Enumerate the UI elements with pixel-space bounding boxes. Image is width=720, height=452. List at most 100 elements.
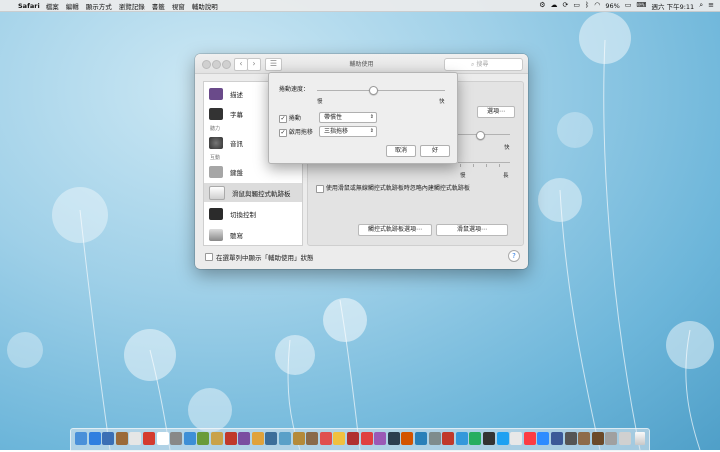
dock-app-icon[interactable] [333, 432, 346, 445]
trackpad-options-button[interactable]: 觸控式軌跡板選項⋯ [358, 224, 432, 236]
battery-icon[interactable]: ▭ [625, 0, 632, 11]
dock-app-icon[interactable] [88, 432, 101, 445]
show-status-label: 在選單列中顯示「輔助使用」狀態 [216, 254, 314, 262]
menu-edit[interactable]: 編輯 [66, 1, 79, 11]
slider-tick [499, 164, 500, 167]
spotlight-search-icon[interactable]: ⌕ [699, 0, 703, 11]
notification-center-icon[interactable]: ≡ [708, 0, 714, 11]
menu-help[interactable]: 輔助說明 [192, 1, 218, 11]
menubar-clock[interactable]: 週六 下午9:11 [652, 1, 695, 11]
airplay-icon[interactable]: ▭ [573, 0, 580, 11]
dock-app-icon[interactable] [319, 432, 332, 445]
description-icon [209, 87, 223, 100]
menu-view[interactable]: 顯示方式 [86, 1, 112, 11]
dock-app-icon[interactable] [360, 432, 373, 445]
dock-app-icon[interactable] [619, 432, 631, 445]
dock-app-icon[interactable] [279, 432, 291, 445]
title-bar: ‹ › ☰ 輔助使用 ⌕ 搜尋 [195, 54, 528, 74]
dock-app-icon[interactable] [115, 432, 128, 445]
dock-app-icon[interactable] [401, 432, 414, 445]
mouse-options-button[interactable]: 滑鼠選項⋯ [436, 224, 508, 236]
dock-app-icon[interactable] [251, 432, 264, 445]
ignore-trackpad-checkbox[interactable] [316, 184, 324, 193]
speaker-icon [209, 136, 223, 149]
dock-app-icon[interactable] [455, 432, 468, 445]
cancel-button[interactable]: 取消 [386, 145, 416, 157]
dock-app-icon[interactable] [523, 432, 536, 445]
trash-icon[interactable] [635, 432, 645, 445]
menu-window[interactable]: 視窗 [172, 1, 185, 11]
dock-app-icon[interactable] [374, 432, 387, 445]
help-button[interactable]: ? [508, 250, 520, 262]
sidebar-item-switch-control[interactable]: 切換控制 [204, 204, 302, 223]
dock-app-icon[interactable] [197, 432, 210, 445]
dock-app-icon[interactable] [265, 432, 278, 445]
dock-app-icon[interactable] [170, 432, 183, 445]
dock-app-icon[interactable] [578, 432, 591, 445]
scroll-speed-knob[interactable] [369, 86, 378, 95]
drag-mode-value: 三指拖移 [324, 128, 349, 135]
dock-app-icon[interactable] [292, 432, 305, 445]
sidebar-item-dictation[interactable]: 聽寫 [204, 225, 302, 244]
dock-app-icon[interactable] [537, 432, 550, 445]
status-app-icon[interactable]: ⚙ [539, 0, 545, 11]
dock-app-icon[interactable] [75, 432, 87, 445]
dock-app-icon[interactable] [129, 432, 142, 445]
dock-app-icon[interactable] [551, 432, 563, 445]
sidebar-item-label: 聽寫 [230, 231, 243, 240]
dock-app-icon[interactable] [591, 432, 604, 445]
section-interaction: 互動 [210, 155, 221, 161]
menu-file[interactable]: 檔案 [46, 1, 59, 11]
scroll-row[interactable]: ✓ 捲動 [279, 113, 301, 123]
dock-app-icon[interactable] [496, 432, 509, 445]
menu-history[interactable]: 瀏覽記錄 [119, 1, 145, 11]
spring-loading-delay-slider[interactable] [458, 162, 510, 163]
drag-row[interactable]: ✓ 啟用拖移 [279, 127, 313, 137]
sidebar-item-label: 音訊 [230, 139, 243, 148]
wifi-icon[interactable]: ◠ [594, 0, 600, 11]
dock-app-icon[interactable] [415, 432, 427, 445]
bluetooth-icon[interactable]: ᛒ [585, 0, 589, 11]
dock-app-icon[interactable] [605, 432, 618, 445]
dock-app-icon[interactable] [483, 432, 495, 445]
scroll-mode-select[interactable]: 帶慣性 ⇕ [319, 112, 377, 123]
trackpad-options-sheet: 捲動速度： 慢 快 ✓ 捲動 帶慣性 ⇕ ✓ 啟用拖移 三指拖移 ⇕ 取消 好 [268, 72, 458, 164]
dock-app-icon[interactable] [156, 432, 169, 445]
scroll-speed-slider[interactable] [317, 90, 445, 91]
dock-app-icon[interactable] [306, 432, 319, 445]
double-click-speed-knob[interactable] [476, 131, 485, 140]
dock-app-icon[interactable] [102, 432, 115, 445]
dock-app-icon[interactable] [238, 432, 251, 445]
ok-button[interactable]: 好 [420, 145, 450, 157]
cloud-icon[interactable]: ☁ [551, 0, 558, 11]
search-icon: ⌕ [471, 61, 475, 68]
scroll-checkbox[interactable]: ✓ [279, 114, 287, 123]
dock-app-icon[interactable] [510, 432, 523, 445]
dock-app-icon[interactable] [469, 432, 482, 445]
dock-app-icon[interactable] [211, 432, 223, 445]
dock-app-icon[interactable] [428, 432, 441, 445]
dock-app-icon[interactable] [143, 432, 155, 445]
dock-app-icon[interactable] [183, 432, 196, 445]
search-field[interactable]: ⌕ 搜尋 [444, 58, 523, 71]
fast-label: 快 [504, 145, 510, 151]
show-status-checkbox[interactable] [205, 253, 213, 261]
input-method-icon[interactable]: ⌨ [636, 0, 646, 11]
ignore-trackpad-row[interactable]: 使用滑鼠或無線觸控式軌跡板時忽略內建觸控式軌跡板 [316, 183, 470, 193]
menu-bookmarks[interactable]: 書籤 [152, 1, 165, 11]
drag-mode-select[interactable]: 三指拖移 ⇕ [319, 126, 377, 137]
options-button[interactable]: 選項⋯ [477, 106, 515, 118]
battery-percent[interactable]: 96% [605, 2, 619, 10]
show-status-row[interactable]: 在選單列中顯示「輔助使用」狀態 [205, 252, 314, 262]
dock-app-icon[interactable] [387, 432, 400, 445]
dock-app-icon[interactable] [224, 432, 237, 445]
dock-app-icon[interactable] [564, 432, 577, 445]
slider-tick [473, 164, 474, 167]
dock-app-icon[interactable] [347, 432, 359, 445]
sync-icon[interactable]: ⟳ [563, 0, 569, 11]
sidebar-item-keyboard[interactable]: 鍵盤 [204, 162, 302, 181]
drag-checkbox[interactable]: ✓ [279, 128, 287, 137]
dock-app-icon[interactable] [442, 432, 455, 445]
sidebar-item-mouse-trackpad[interactable]: 滑鼠與觸控式軌跡板 [204, 183, 302, 202]
menu-app-name[interactable]: Safari [18, 2, 40, 10]
